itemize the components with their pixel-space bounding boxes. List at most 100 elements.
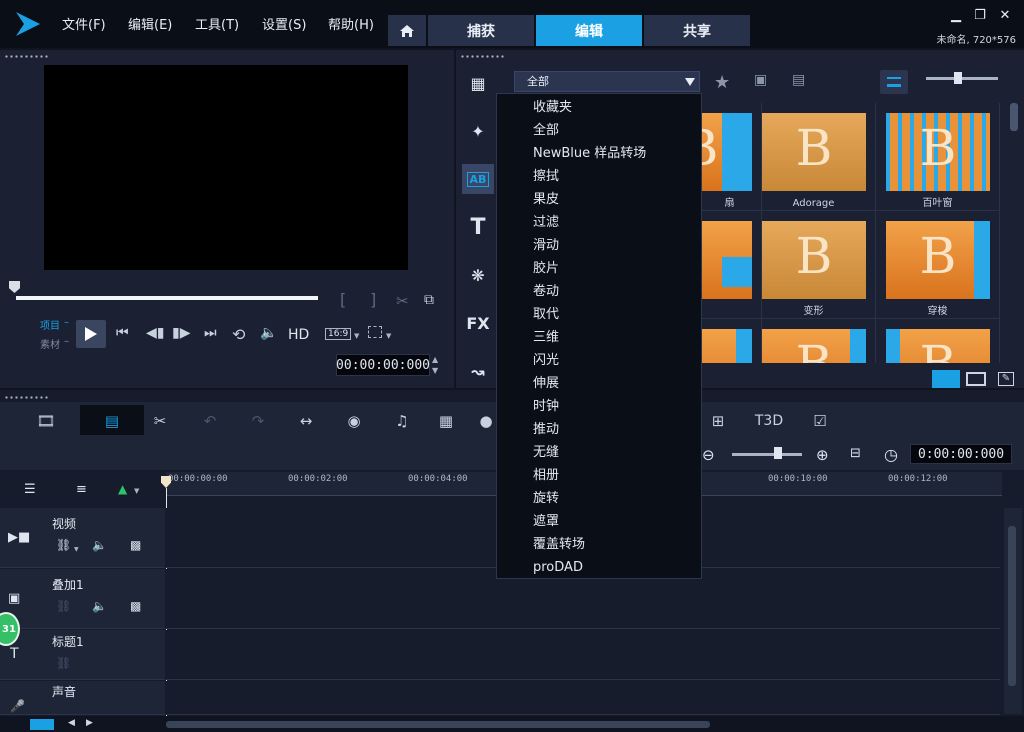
player-timecode[interactable]: 00:00:00:000 <box>336 354 430 376</box>
hd-toggle[interactable]: HD <box>288 327 309 343</box>
dropdown-option[interactable]: 全部 <box>533 119 559 142</box>
menu-file[interactable]: 文件(F) <box>62 14 106 33</box>
aspect-dropdown-icon[interactable]: ▼ <box>354 332 359 340</box>
thumb-item-morph[interactable]: B 变形 <box>752 211 876 319</box>
step-back-icon[interactable]: ◀▮ <box>146 325 164 341</box>
timeline-timecode[interactable]: 0:00:00:000 <box>910 444 1012 464</box>
link-dropdown-icon[interactable]: ▼ <box>74 546 79 553</box>
scroll-left-icon[interactable]: ◀ <box>68 718 75 728</box>
thumb-item-blinds[interactable]: B 百叶窗 <box>876 103 1000 211</box>
instant-project-icon[interactable]: ✦ <box>462 116 494 146</box>
dropdown-option[interactable]: 时钟 <box>533 395 559 418</box>
add-favorite-icon[interactable]: ★ <box>714 72 730 93</box>
ripple-icon[interactable]: ▩ <box>130 538 141 552</box>
undo-icon[interactable]: ↶ <box>196 408 224 434</box>
title-icon[interactable]: T <box>462 212 494 242</box>
voice-track[interactable] <box>166 681 1000 715</box>
dropdown-option[interactable]: 滑动 <box>533 234 559 257</box>
thumb-item-adorage[interactable]: B Adorage <box>752 103 876 211</box>
dropdown-option[interactable]: 覆盖转场 <box>533 533 585 556</box>
menu-tools[interactable]: 工具(T) <box>195 14 239 33</box>
repeat-icon[interactable]: ⟲ <box>232 325 245 344</box>
mode-project-label[interactable]: 项目 <box>40 317 60 332</box>
timeline-view-icon[interactable]: ▤ <box>98 408 126 434</box>
dropdown-option[interactable]: 果皮 <box>533 188 559 211</box>
dropdown-option[interactable]: 胶片 <box>533 257 559 280</box>
tab-share[interactable]: 共享 <box>644 15 750 46</box>
menu-settings[interactable]: 设置(S) <box>262 14 306 33</box>
storyboard-view-icon[interactable]: 🎞 <box>32 408 60 434</box>
timeline-vscroll-thumb[interactable] <box>1008 526 1016 686</box>
add-track-icon[interactable]: ≡ <box>76 482 87 497</box>
scrubber-track[interactable] <box>16 296 318 300</box>
transition-icon[interactable]: AB <box>462 164 494 194</box>
subtitle-icon[interactable]: ☑ <box>806 408 834 434</box>
zoom-out-icon[interactable]: ⊖ <box>702 446 715 464</box>
audio-icon[interactable]: ♫ <box>388 408 416 434</box>
dropdown-option[interactable]: 闪光 <box>533 349 559 372</box>
dropdown-option[interactable]: 收藏夹 <box>533 96 572 119</box>
batch-apply-icon[interactable]: ▤ <box>792 72 805 88</box>
link-icon[interactable]: ⛓ <box>56 599 71 613</box>
edit-icon[interactable]: ✎ <box>998 372 1014 386</box>
view-toggle-button[interactable] <box>880 70 908 94</box>
add-track-button[interactable] <box>30 719 54 730</box>
step-forward-icon[interactable]: ▮▶ <box>172 325 190 341</box>
chapter-marker-icon[interactable]: ▲ <box>118 482 127 496</box>
mark-in-button[interactable]: [ <box>340 290 346 309</box>
crop-icon[interactable] <box>368 326 382 338</box>
zoom-in-icon[interactable]: ⊕ <box>816 446 829 464</box>
ripple-icon[interactable]: ▩ <box>130 599 141 613</box>
redo-icon[interactable]: ↷ <box>244 408 272 434</box>
mark-out-button[interactable]: ] <box>370 290 376 309</box>
timeline-hscroll-thumb[interactable] <box>166 721 710 728</box>
timecode-spinner-icon[interactable]: ▲ ▼ <box>432 354 438 376</box>
skip-end-icon[interactable]: ⏭ <box>204 325 217 341</box>
fit-icon[interactable]: ↔ <box>292 408 320 434</box>
zoom-slider[interactable] <box>732 453 802 456</box>
thumb-item[interactable]: B <box>876 319 1000 363</box>
link-icon[interactable]: ⛓ <box>56 656 71 670</box>
zoom-slider-handle[interactable] <box>774 447 782 459</box>
transition-category-select[interactable]: 全部 <box>514 71 700 92</box>
graphics-icon[interactable]: ❋ <box>462 260 494 290</box>
tab-edit[interactable]: 编辑 <box>536 15 642 46</box>
dropdown-option[interactable]: 伸展 <box>533 372 559 395</box>
dropdown-option[interactable]: 旋转 <box>533 487 559 510</box>
dropdown-option[interactable]: 无缝 <box>533 441 559 464</box>
aspect-ratio-button[interactable]: 16:9 <box>325 328 352 340</box>
record-icon[interactable]: ◉ <box>340 408 368 434</box>
play-button[interactable] <box>76 320 106 348</box>
link-icon[interactable]: ⛓ <box>56 538 71 552</box>
tab-capture[interactable]: 捕获 <box>428 15 534 46</box>
title-track[interactable] <box>166 630 1000 680</box>
show-library-button[interactable] <box>932 370 960 388</box>
fit-project-icon[interactable]: ⊟ <box>850 446 861 461</box>
dropdown-option[interactable]: 推动 <box>533 418 559 441</box>
thumb-item-shuttle[interactable]: B 穿梭 <box>876 211 1000 319</box>
multi-cam-icon[interactable]: ▦ <box>432 408 460 434</box>
copy-icon[interactable]: ⧉ <box>424 292 434 308</box>
motion-track-icon[interactable]: ⊞ <box>704 408 732 434</box>
dropdown-option[interactable]: proDAD <box>533 556 583 579</box>
dropdown-option[interactable]: 三维 <box>533 326 559 349</box>
dropdown-option[interactable]: 卷动 <box>533 280 559 303</box>
mode-clip-label[interactable]: 素材 <box>40 336 60 351</box>
menu-help[interactable]: 帮助(H) <box>328 14 374 33</box>
scissors-icon[interactable]: ✂ <box>396 292 409 310</box>
mute-icon[interactable]: 🔈 <box>92 538 107 552</box>
library-scrollbar[interactable] <box>1010 103 1018 131</box>
filter-fx-icon[interactable]: FX <box>462 308 494 338</box>
dropdown-option[interactable]: 相册 <box>533 464 559 487</box>
volume-icon[interactable]: 🔈 <box>260 325 277 341</box>
path-icon[interactable]: ↝ <box>462 356 494 386</box>
thumb-size-slider[interactable] <box>926 77 998 80</box>
dropdown-option[interactable]: 遮罩 <box>533 510 559 533</box>
menu-edit[interactable]: 编辑(E) <box>128 14 172 33</box>
minimize-icon[interactable]: ▁ <box>948 8 964 24</box>
3d-title-button[interactable]: T3D <box>752 408 786 434</box>
options-panel-icon[interactable] <box>966 372 986 386</box>
dropdown-option[interactable]: NewBlue 样品转场 <box>533 142 646 165</box>
restore-icon[interactable]: ❐ <box>972 8 988 24</box>
track-manager-icon[interactable]: ☰ <box>24 482 36 497</box>
